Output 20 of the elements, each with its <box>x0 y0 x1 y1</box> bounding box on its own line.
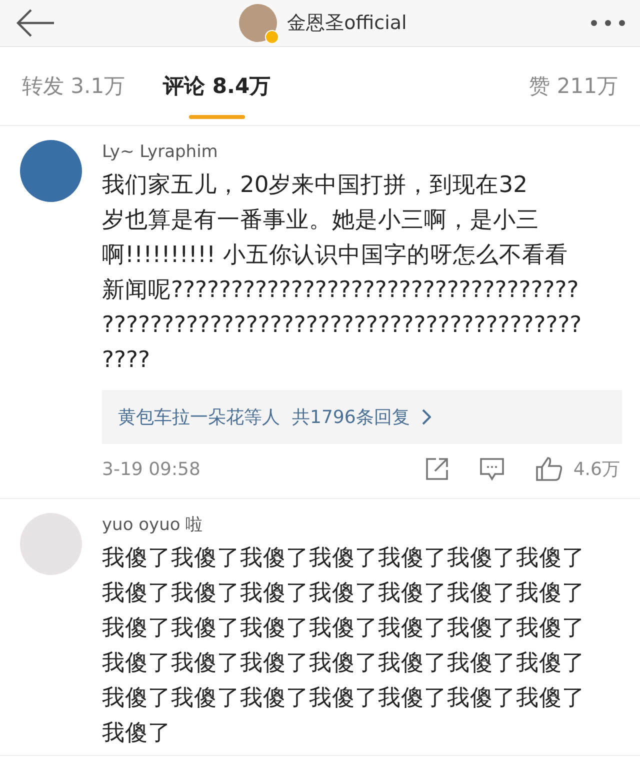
more-icon[interactable] <box>590 19 626 27</box>
tab[interactable]: 评论 8.4万 <box>163 47 271 125</box>
comment-text: 我傻了我傻了我傻了我傻了我傻了我傻了我傻了 我傻了我傻了我傻了我傻了我傻了我傻了我傻了 我傻了我傻了我傻了我傻了我傻了我傻了我傻了 我傻了我傻了我傻了我傻了我傻了我傻了我傻了 我傻了我傻了我傻了我傻了我傻了我傻了我傻了 我傻了 <box>102 544 586 748</box>
username[interactable]: Ly~ Lyraphim <box>102 138 620 166</box>
replies-link[interactable]: 黄包车拉一朵花等人 共1796条回复 <box>102 390 622 444</box>
comment-icon[interactable] <box>479 457 506 481</box>
thumbs-up-icon[interactable] <box>535 456 564 482</box>
comment-text: 我们家五儿，20岁来中国打拼，到现在32 岁也算是有一番事业。她是小三啊，是小三 啊!!!!!!!!!! 小五你认识中国字的呀怎么不看看 新闻呢?????????????????????????????????? ???????????????????????????????????????? ???? <box>102 171 583 375</box>
like-count: 4.6万 <box>573 458 620 481</box>
username[interactable]: yuo oyuo 啦 <box>102 511 620 539</box>
tab[interactable]: 赞 211万 <box>529 47 618 125</box>
share-icon[interactable] <box>425 457 450 481</box>
back-arrow-icon[interactable] <box>16 8 56 38</box>
reply-count: 共1796条回复 <box>292 406 410 429</box>
account-avatar[interactable] <box>239 4 278 42</box>
comment-time: 3-19 09:58 <box>102 458 200 480</box>
tab[interactable]: 转发 3.1万 <box>22 47 126 125</box>
account-name: 金恩圣official <box>287 11 407 36</box>
chevron-right-icon <box>422 409 431 425</box>
reply-names: 黄包车拉一朵花等人 <box>118 406 280 429</box>
